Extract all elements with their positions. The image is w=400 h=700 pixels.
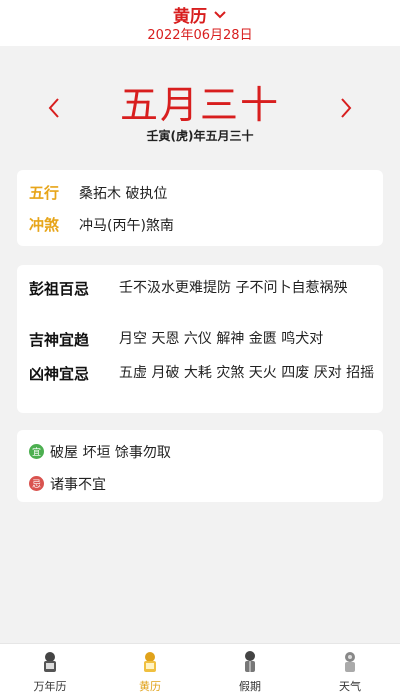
tab-holiday[interactable]: 假期 bbox=[200, 644, 300, 700]
xiongshen-row: 凶神宜忌 五虚 月破 大耗 灾煞 天火 四废 厌对 招摇 bbox=[29, 363, 381, 384]
chongsha-row: 冲煞 冲马(丙午)煞南 bbox=[29, 214, 174, 235]
ji-row: 忌 诸事不宜 bbox=[29, 474, 106, 494]
xiongshen-value: 五虚 月破 大耗 灾煞 天火 四废 厌对 招摇 bbox=[119, 365, 375, 381]
pengzu-label: 彭祖百忌 bbox=[29, 280, 90, 298]
xiongshen-label: 凶神宜忌 bbox=[29, 365, 90, 383]
chongsha-value: 冲马(丙午)煞南 bbox=[79, 218, 174, 234]
yi-row: 宜 破屋 坏垣 馀事勿取 bbox=[29, 442, 171, 462]
header: 黄历 2022年06月28日 bbox=[0, 0, 400, 46]
tab-weather[interactable]: 天气 bbox=[300, 644, 400, 700]
weather-icon bbox=[345, 652, 355, 672]
next-day-button[interactable] bbox=[334, 96, 358, 120]
bottom-tab-bar: 万年历 黄历 假期 天气 bbox=[0, 643, 400, 700]
wuxing-row: 五行 桑拓木 破执位 bbox=[29, 182, 167, 203]
chevron-right-icon bbox=[341, 98, 352, 118]
almanac-icon bbox=[144, 652, 156, 672]
calendar-icon bbox=[44, 652, 56, 672]
jishen-value: 月空 天恩 六仪 解神 金匮 鸣犬对 bbox=[119, 331, 324, 347]
jishen-row: 吉神宜趋 月空 天恩 六仪 解神 金匮 鸣犬对 bbox=[29, 329, 381, 350]
pengzu-value: 壬不汲水更难提防 子不问卜自惹祸殃 bbox=[119, 280, 348, 296]
pengzu-row: 彭祖百忌 壬不汲水更难提防 子不问卜自惹祸殃 bbox=[29, 278, 381, 299]
gods-card: 彭祖百忌 壬不汲水更难提防 子不问卜自惹祸殃 吉神宜趋 月空 天恩 六仪 解神 … bbox=[17, 265, 383, 413]
ji-badge: 忌 bbox=[29, 476, 44, 491]
tab-calendar-label: 万年历 bbox=[33, 680, 67, 693]
yiji-card: 宜 破屋 坏垣 馀事勿取 忌 诸事不宜 bbox=[17, 430, 383, 502]
ji-value: 诸事不宜 bbox=[50, 477, 106, 493]
tab-calendar[interactable]: 万年历 bbox=[0, 644, 100, 700]
jishen-label: 吉神宜趋 bbox=[29, 331, 90, 349]
chongsha-label: 冲煞 bbox=[29, 216, 60, 234]
tab-almanac[interactable]: 黄历 bbox=[100, 644, 200, 700]
header-date: 2022年06月28日 bbox=[147, 28, 253, 43]
wuxing-value: 桑拓木 破执位 bbox=[79, 186, 168, 202]
yi-badge: 宜 bbox=[29, 444, 44, 459]
holiday-icon bbox=[245, 651, 255, 672]
chevron-down-icon bbox=[214, 10, 226, 18]
yi-value: 破屋 坏垣 馀事勿取 bbox=[50, 445, 171, 461]
tab-almanac-label: 黄历 bbox=[139, 680, 161, 693]
wuxing-label: 五行 bbox=[29, 184, 60, 202]
wuxing-card: 五行 桑拓木 破执位 冲煞 冲马(丙午)煞南 bbox=[17, 170, 383, 246]
lunar-year-date: 壬寅(虎)年五月三十 bbox=[146, 129, 254, 143]
tab-holiday-label: 假期 bbox=[239, 680, 261, 693]
tab-weather-label: 天气 bbox=[339, 680, 361, 693]
